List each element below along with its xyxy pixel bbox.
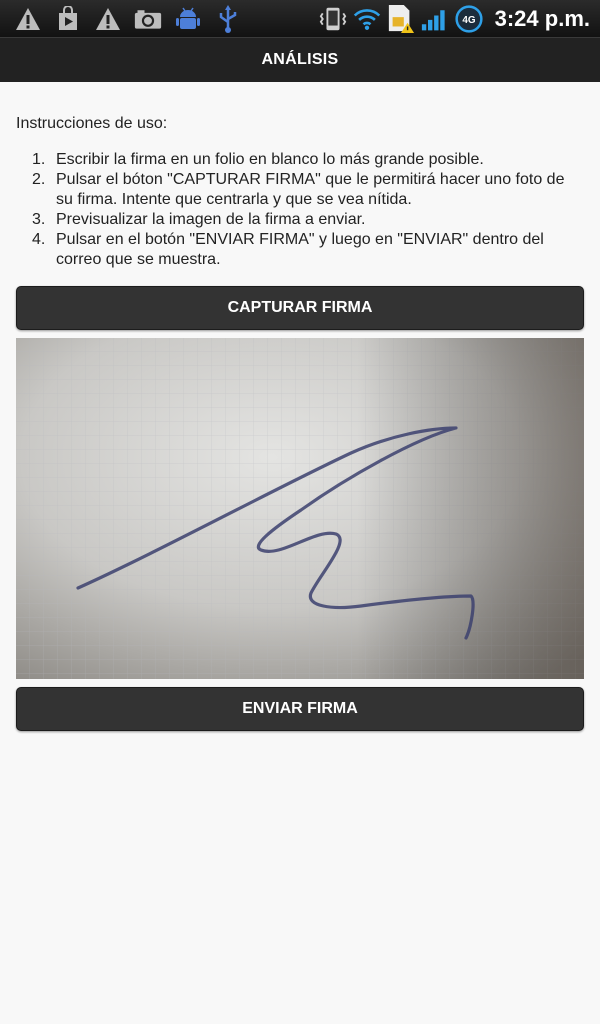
play-store-icon bbox=[54, 5, 82, 33]
warning-icon bbox=[94, 5, 122, 33]
page-title: ANÁLISIS bbox=[261, 51, 339, 68]
usb-icon bbox=[214, 4, 242, 33]
step-text: Pulsar el bóton "CAPTURAR FIRMA" que le … bbox=[56, 171, 565, 208]
instruction-step: 4. Pulsar en el botón "ENVIAR FIRMA" y lu… bbox=[16, 230, 584, 270]
status-bar: 4G 3:24 p.m. bbox=[0, 0, 600, 37]
instructions-list: 1. Escribir la firma en un folio en blanc… bbox=[16, 150, 584, 270]
data-icon: 4G bbox=[455, 4, 483, 33]
main-content: Instrucciones de uso: 1. Escribir la firm… bbox=[16, 82, 584, 731]
send-signature-button[interactable]: ENVIAR FIRMA bbox=[16, 687, 584, 731]
android-debug-icon bbox=[174, 5, 202, 33]
camera-icon bbox=[134, 5, 162, 33]
instructions-heading: Instrucciones de uso: bbox=[16, 115, 168, 132]
instruction-step: 2. Pulsar el bóton "CAPTURAR FIRMA" que l… bbox=[16, 170, 584, 210]
warning-icon bbox=[14, 5, 42, 33]
instruction-step: 3. Previsualizar la imagen de la firma a … bbox=[16, 210, 584, 230]
step-number: 3. bbox=[32, 211, 46, 228]
step-number: 1. bbox=[32, 151, 46, 168]
step-text: Previsualizar la imagen de la firma a en… bbox=[56, 211, 366, 228]
instruction-step: 1. Escribir la firma en un folio en blanc… bbox=[16, 150, 584, 170]
title-bar: ANÁLISIS bbox=[0, 37, 600, 82]
capture-signature-button[interactable]: CAPTURAR FIRMA bbox=[16, 286, 584, 330]
sim-warning-icon bbox=[387, 4, 415, 33]
step-text: Pulsar en el botón "ENVIAR FIRMA" y lueg… bbox=[56, 231, 544, 268]
network-badge: 4G bbox=[462, 15, 475, 26]
step-text: Escribir la firma en un folio en blanco … bbox=[56, 151, 484, 168]
step-number: 2. bbox=[32, 171, 46, 188]
wifi-icon bbox=[353, 5, 381, 33]
signal-icon bbox=[421, 5, 449, 33]
vibrate-icon bbox=[319, 5, 347, 33]
clock: 3:24 p.m. bbox=[494, 5, 590, 31]
step-number: 4. bbox=[32, 231, 46, 248]
signature-preview-image bbox=[16, 338, 584, 679]
